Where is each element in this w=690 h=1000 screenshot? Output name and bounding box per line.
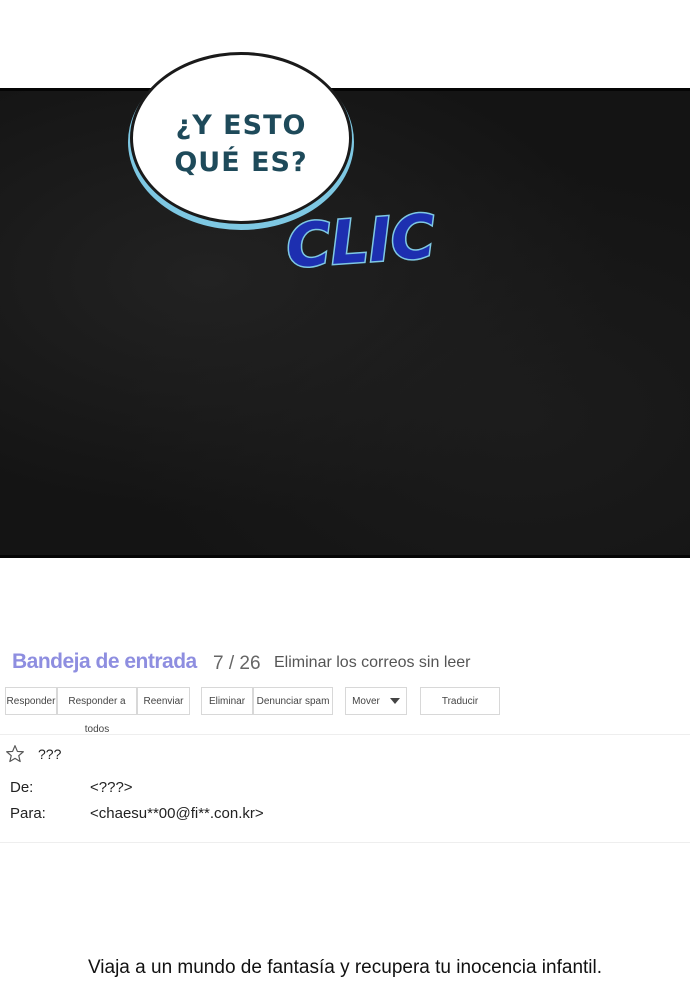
reply-all-button[interactable]: Responder a todos [57, 687, 137, 735]
report-spam-button[interactable]: Denunciar spam [253, 687, 333, 715]
sound-effect-clic: CLIC [283, 200, 439, 280]
forward-button[interactable]: Reenviar [137, 687, 190, 715]
star-outline-icon[interactable] [5, 744, 25, 764]
from-value: <???> [90, 779, 133, 796]
translate-button[interactable]: Traducir [420, 687, 500, 715]
to-label: Para: [10, 805, 46, 822]
speech-bubble-text: ¿Y ESTO QUÉ ES? [174, 110, 308, 178]
delete-unread-link[interactable]: Eliminar los correos sin leer [274, 654, 471, 672]
from-label: De: [10, 779, 34, 796]
caret-down-icon [389, 698, 400, 705]
inbox-header: Bandeja de entrada 7 / 26 Eliminar los c… [0, 630, 690, 680]
to-value: <chaesu**00@fi**.con.kr> [90, 805, 264, 822]
email-subject: ??? [38, 746, 62, 762]
inbox-title[interactable]: Bandeja de entrada [12, 650, 197, 674]
reply-button[interactable]: Responder [5, 687, 57, 715]
footer-caption: Viaja a un mundo de fantasía y recupera … [87, 957, 603, 978]
move-label: Mover [352, 696, 380, 707]
sound-effect-text: CLIC [284, 202, 437, 280]
delete-button[interactable]: Eliminar [201, 687, 253, 715]
message-count: 7 / 26 [213, 653, 261, 674]
move-dropdown[interactable]: Mover [345, 687, 407, 715]
header-divider [0, 842, 690, 843]
toolbar-divider [0, 734, 690, 735]
